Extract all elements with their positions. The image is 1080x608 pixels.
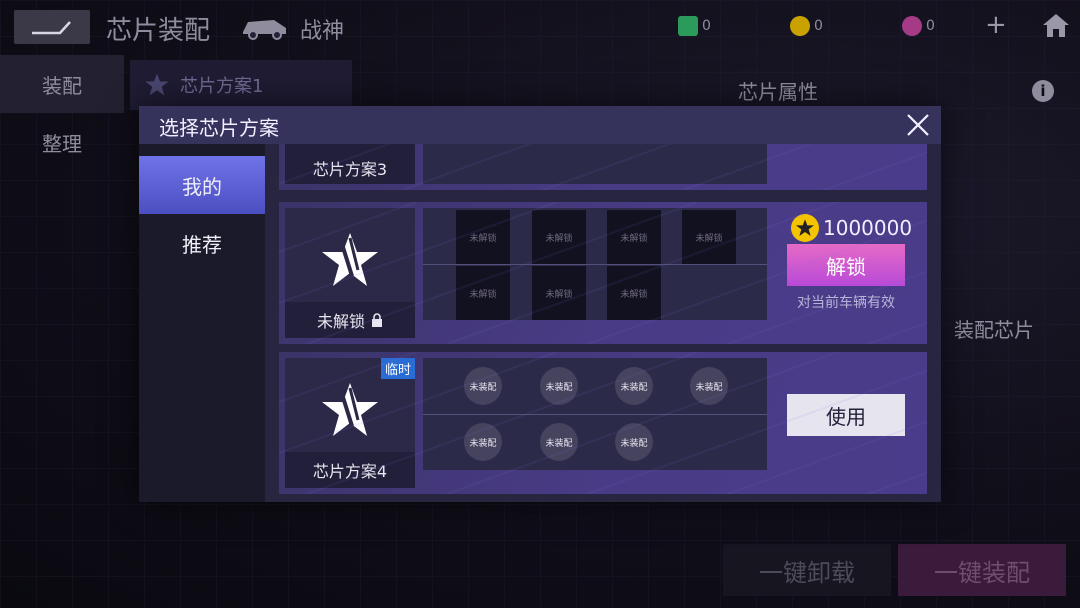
plus-icon[interactable]: + (985, 12, 1007, 38)
resource-value: 0 (814, 18, 823, 34)
star-coin-icon (790, 16, 810, 36)
top-bar: 芯片装配 战神 0 0 0 + (0, 0, 1080, 54)
home-icon[interactable] (1042, 12, 1070, 38)
slot-empty[interactable]: 未装配 (690, 367, 728, 405)
slot-empty[interactable]: 未装配 (615, 423, 653, 461)
slot-grid (423, 144, 767, 184)
slot-empty[interactable]: 未装配 (464, 367, 502, 405)
select-plan-dialog: 选择芯片方案 我的 推荐 芯片方案3 未解锁 未解锁 未解锁 未解锁 未解锁 未… (139, 106, 941, 502)
ticket-icon (678, 16, 698, 36)
dialog-title: 选择芯片方案 (159, 116, 279, 140)
plan-card[interactable]: 芯片方案3 (279, 144, 927, 190)
current-plan-name: 芯片方案1 (180, 76, 264, 97)
use-button[interactable]: 使用 (787, 394, 905, 436)
slot-empty[interactable]: 未装配 (540, 367, 578, 405)
slot-empty[interactable]: 未装配 (464, 423, 502, 461)
plan-emblem: 未解锁 (285, 208, 415, 338)
plan-name: 芯片方案3 (285, 144, 415, 184)
temporary-badge: 临时 (380, 358, 415, 379)
plan-card-temp[interactable]: 临时 芯片方案4 未装配 未装配 未装配 未装配 未装配 未装配 未装配 使用 (279, 352, 927, 494)
tab-mine[interactable]: 我的 (139, 156, 265, 214)
slot-locked: 未解锁 (607, 210, 661, 264)
plan-status-text: 未解锁 (316, 312, 365, 331)
slot-grid: 未装配 未装配 未装配 未装配 未装配 未装配 未装配 (423, 358, 767, 470)
page-title: 芯片装配 (106, 16, 211, 46)
plan-card-locked[interactable]: 未解锁 未解锁 未解锁 未解锁 未解锁 未解锁 未解锁 未解锁 1000000 … (279, 202, 927, 344)
slot-divider (423, 414, 767, 415)
tab-equip[interactable]: 装配 (0, 55, 124, 113)
lock-icon (372, 313, 382, 327)
unload-all-button[interactable]: 一键卸载 (723, 544, 891, 596)
unlock-button[interactable]: 解锁 (787, 244, 905, 286)
equip-all-button[interactable]: 一键装配 (898, 544, 1066, 596)
star-logo-icon (145, 73, 169, 96)
star-logo-icon (322, 383, 378, 436)
close-button[interactable] (903, 110, 933, 140)
close-icon (907, 114, 929, 136)
price-value: 1000000 (823, 216, 913, 240)
slot-locked: 未解锁 (682, 210, 736, 264)
plan-emblem: 临时 芯片方案4 (285, 358, 415, 488)
star-gem-icon (902, 16, 922, 36)
back-arrow-icon (32, 21, 71, 35)
star-coin-icon (791, 214, 819, 242)
back-button[interactable] (14, 10, 90, 44)
dialog-header: 选择芯片方案 (139, 106, 941, 144)
car-name: 战神 (300, 19, 345, 44)
slot-locked: 未解锁 (456, 210, 510, 264)
resource-star-gem: 0 (902, 16, 935, 36)
current-plan-strip[interactable]: 芯片方案1 (130, 60, 352, 110)
equip-chip-label: 装配芯片 (954, 318, 1034, 342)
slot-empty[interactable]: 未装配 (540, 423, 578, 461)
slot-locked: 未解锁 (532, 266, 586, 320)
tab-organize[interactable]: 整理 (0, 113, 124, 171)
unlock-price: 1000000 (791, 214, 912, 242)
chip-attributes-label: 芯片属性 (738, 80, 818, 104)
plan-list[interactable]: 芯片方案3 未解锁 未解锁 未解锁 未解锁 未解锁 未解锁 未解锁 未解锁 10… (265, 144, 941, 502)
resource-star-coin: 0 (790, 16, 823, 36)
unlock-hint: 对当前车辆有效 (797, 295, 895, 311)
dialog-sidebar: 我的 推荐 (139, 144, 265, 502)
resource-value: 0 (926, 18, 935, 34)
tab-recommended[interactable]: 推荐 (139, 214, 265, 272)
slot-locked: 未解锁 (532, 210, 586, 264)
plan-name: 芯片方案4 (285, 452, 415, 488)
star-logo-icon (322, 233, 378, 286)
resource-ticket: 0 (678, 16, 711, 36)
plan-status: 未解锁 (285, 302, 415, 338)
slot-locked: 未解锁 (607, 266, 661, 320)
slot-empty[interactable]: 未装配 (615, 367, 653, 405)
car-icon (243, 20, 286, 40)
slot-grid: 未解锁 未解锁 未解锁 未解锁 未解锁 未解锁 未解锁 (423, 208, 767, 320)
info-icon[interactable]: i (1032, 80, 1054, 102)
resource-value: 0 (702, 18, 711, 34)
slot-locked: 未解锁 (456, 266, 510, 320)
slot-divider (423, 264, 767, 265)
